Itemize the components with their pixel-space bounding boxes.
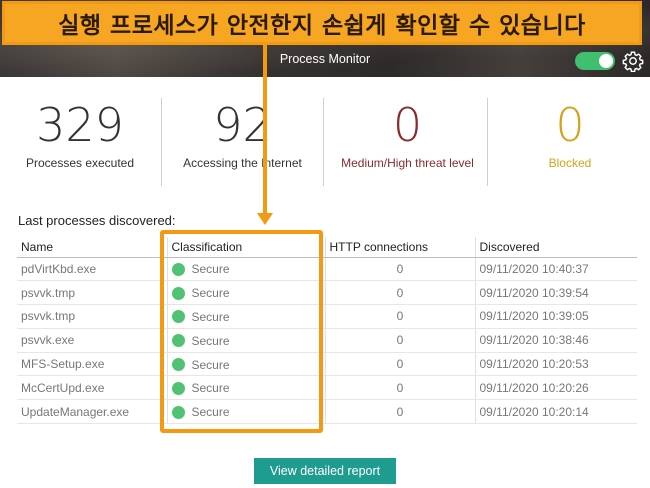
process-name: MFS-Setup.exe xyxy=(17,352,167,377)
http-count: 0 xyxy=(324,399,475,425)
divider xyxy=(323,98,324,186)
discovered-time: 09/11/2020 10:20:26 xyxy=(474,375,637,401)
http-count: 0 xyxy=(324,375,475,401)
http-count: 0 xyxy=(324,280,475,306)
stat-value: 329 xyxy=(36,98,124,152)
stat-label: Blocked xyxy=(548,156,592,170)
view-detailed-report-button[interactable]: View detailed report xyxy=(254,458,396,484)
process-name: pdVirtKbd.exe xyxy=(17,257,167,282)
discovered-time: 09/11/2020 10:40:37 xyxy=(474,257,637,282)
discovered-time: 09/11/2020 10:20:14 xyxy=(474,399,637,425)
stat-label: Processes executed xyxy=(25,156,135,170)
table-row[interactable]: MFS-Setup.exe Secure 0 09/11/2020 10:20:… xyxy=(17,352,637,377)
process-name: McCertUpd.exe xyxy=(17,375,167,401)
banner-text: 실행 프로세스가 안전한지 손쉽게 확인할 수 있습니다 xyxy=(58,13,586,39)
process-table: Name Classification HTTP connections Dis… xyxy=(17,237,637,425)
discovered-time: 09/11/2020 10:39:05 xyxy=(474,304,637,329)
stat-label: Accessing the Internet xyxy=(183,156,302,170)
gear-icon[interactable] xyxy=(622,50,644,72)
stat-threat-level: 0 Medium/High threat level xyxy=(335,100,480,190)
discovered-time: 09/11/2020 10:39:54 xyxy=(474,280,637,306)
column-header-discovered[interactable]: Discovered xyxy=(474,237,637,258)
table-row[interactable]: psvvk.exe Secure 0 09/11/2020 10:38:46 xyxy=(17,328,637,353)
app-title: Process Monitor xyxy=(279,52,371,66)
divider xyxy=(487,98,488,186)
callout-arrow-head xyxy=(257,213,273,225)
table-row[interactable]: McCertUpd.exe Secure 0 09/11/2020 10:20:… xyxy=(17,375,637,401)
toggle-knob xyxy=(599,54,613,68)
table-row[interactable]: pdVirtKbd.exe Secure 0 09/11/2020 10:40:… xyxy=(17,257,637,282)
process-name: psvvk.tmp xyxy=(17,304,167,329)
process-name: UpdateManager.exe xyxy=(17,399,167,425)
section-title: Last processes discovered: xyxy=(18,213,176,228)
stat-value: 0 xyxy=(555,98,585,152)
discovered-time: 09/11/2020 10:38:46 xyxy=(474,328,637,353)
http-count: 0 xyxy=(324,304,475,329)
stat-label: Medium/High threat level xyxy=(341,156,474,170)
stat-value: 0 xyxy=(392,98,423,152)
table-row[interactable]: UpdateManager.exe Secure 0 09/11/2020 10… xyxy=(17,399,637,425)
http-count: 0 xyxy=(324,328,475,353)
process-name: psvvk.tmp xyxy=(17,280,167,306)
promo-banner: 실행 프로세스가 안전한지 손쉽게 확인할 수 있습니다 xyxy=(2,1,642,45)
divider xyxy=(161,98,162,186)
column-header-http[interactable]: HTTP connections xyxy=(324,237,475,258)
stat-processes-executed: 329 Processes executed xyxy=(20,100,140,190)
discovered-time: 09/11/2020 10:20:53 xyxy=(474,352,637,377)
callout-arrow-line xyxy=(263,45,267,215)
table-row[interactable]: psvvk.tmp Secure 0 09/11/2020 10:39:54 xyxy=(17,280,637,306)
http-count: 0 xyxy=(324,257,475,282)
protection-toggle[interactable] xyxy=(575,52,615,70)
table-header-row: Name Classification HTTP connections Dis… xyxy=(17,237,637,258)
process-name: psvvk.exe xyxy=(17,328,167,353)
stat-blocked: 0 Blocked xyxy=(510,100,630,190)
classification-highlight-box xyxy=(160,230,323,433)
table-row[interactable]: psvvk.tmp Secure 0 09/11/2020 10:39:05 xyxy=(17,304,637,329)
stat-accessing-internet: 92 Accessing the Internet xyxy=(175,100,310,190)
http-count: 0 xyxy=(324,352,475,377)
column-header-name[interactable]: Name xyxy=(17,237,167,258)
stat-value: 92 xyxy=(213,98,272,152)
